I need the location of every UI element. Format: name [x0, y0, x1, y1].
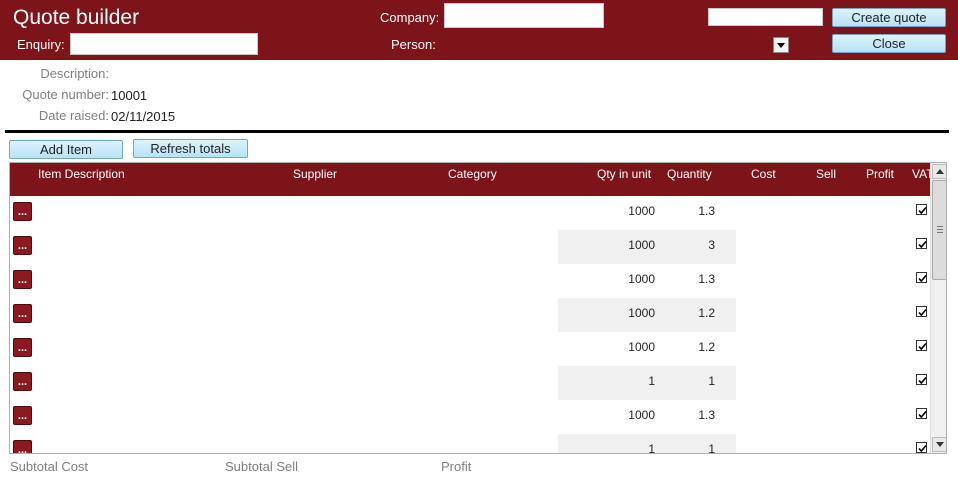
create-quote-button[interactable]: Create quote — [832, 8, 946, 27]
subtotal-cost-label: Subtotal Cost — [10, 459, 89, 474]
table-row: ... 1000 1.3 — [10, 196, 930, 230]
cell-quantity: 1.3 — [698, 204, 715, 218]
column-header-profit: Profit — [866, 167, 895, 181]
checkmark-icon — [918, 444, 927, 453]
enquiry-input[interactable] — [70, 33, 258, 55]
column-header-qty-in-unit: Qty in unit — [597, 167, 652, 181]
enquiry-label: Enquiry: — [17, 37, 65, 52]
table-row: ... 1000 1.2 — [10, 298, 930, 332]
row-edit-button[interactable]: ... — [13, 372, 32, 391]
chevron-up-icon — [935, 169, 944, 174]
company-label: Company: — [380, 10, 440, 25]
cell-qty-in-unit: 1 — [648, 442, 655, 454]
row-edit-button[interactable]: ... — [13, 440, 32, 453]
date-raised-label: Date raised: — [38, 108, 109, 123]
column-header-category: Category — [448, 167, 497, 181]
cell-quantity: 1 — [708, 442, 715, 454]
refresh-totals-button[interactable]: Refresh totals — [133, 139, 248, 158]
cell-quantity: 1.3 — [698, 408, 715, 422]
cell-qty-in-unit: 1000 — [628, 238, 655, 252]
divider — [5, 130, 949, 133]
table-row: ... 1000 1.3 — [10, 400, 930, 434]
cell-qty-in-unit: 1000 — [628, 340, 655, 354]
table-row: ... 1 1 — [10, 434, 930, 454]
checkmark-icon — [918, 376, 927, 385]
column-header-cost: Cost — [751, 167, 776, 181]
vat-checkbox[interactable] — [916, 340, 927, 351]
grid-header: Item Description Supplier Category Qty i… — [10, 163, 934, 196]
cell-qty-in-unit: 1000 — [628, 408, 655, 422]
row-edit-button[interactable]: ... — [13, 406, 32, 425]
row-edit-button[interactable]: ... — [13, 304, 32, 323]
table-row: ... 1000 3 — [10, 230, 930, 264]
vat-checkbox[interactable] — [916, 204, 927, 215]
quote-number-label: Quote number: — [22, 87, 109, 102]
cell-qty-in-unit: 1000 — [628, 272, 655, 286]
cell-quantity: 3 — [708, 238, 715, 252]
grid-scrollbar[interactable] — [930, 163, 946, 453]
subtotal-sell-label: Subtotal Sell — [225, 459, 298, 474]
cell-quantity: 1.2 — [698, 306, 715, 320]
page-title: Quote builder — [13, 6, 140, 29]
vat-checkbox[interactable] — [916, 238, 927, 249]
checkmark-icon — [918, 410, 927, 419]
column-header-item-description: Item Description — [38, 167, 125, 181]
column-header-quantity: Quantity — [667, 167, 712, 181]
cell-quantity: 1.3 — [698, 272, 715, 286]
description-label: Description: — [40, 66, 109, 81]
row-edit-button[interactable]: ... — [13, 202, 32, 221]
vat-checkbox[interactable] — [916, 272, 927, 283]
company-input[interactable] — [444, 3, 604, 28]
close-button[interactable]: Close — [832, 34, 946, 53]
column-header-supplier: Supplier — [293, 167, 338, 181]
vat-checkbox[interactable] — [916, 408, 927, 419]
scroll-down-button[interactable] — [932, 437, 946, 452]
row-edit-button[interactable]: ... — [13, 270, 32, 289]
checkmark-icon — [918, 240, 927, 249]
quote-number-value: 10001 — [111, 88, 148, 103]
person-label: Person: — [391, 37, 436, 52]
header-bar: Quote builder Company: Enquiry: Person: … — [0, 0, 958, 60]
row-edit-button[interactable]: ... — [13, 338, 32, 357]
row-edit-button[interactable]: ... — [13, 236, 32, 255]
table-row: ... 1000 1.3 — [10, 264, 930, 298]
chevron-down-icon — [777, 42, 785, 48]
scrollbar-thumb[interactable] — [932, 180, 946, 280]
checkmark-icon — [918, 308, 927, 317]
column-header-sell: Sell — [816, 167, 837, 181]
cell-quantity: 1.2 — [698, 340, 715, 354]
vat-checkbox[interactable] — [916, 306, 927, 317]
person-dropdown-button[interactable] — [773, 37, 789, 53]
grid-rows: ... 1000 1.3 ... 1000 3 ... 1000 1.3 ...… — [10, 196, 930, 454]
cell-qty-in-unit: 1000 — [628, 204, 655, 218]
chevron-down-icon — [935, 442, 944, 447]
add-item-button[interactable]: Add Item — [9, 140, 123, 159]
scroll-up-button[interactable] — [932, 164, 946, 179]
search-input[interactable] — [708, 8, 823, 26]
checkmark-icon — [918, 206, 927, 215]
checkmark-icon — [918, 342, 927, 351]
checkmark-icon — [918, 274, 927, 283]
date-raised-value: 02/11/2015 — [111, 109, 176, 124]
cell-quantity: 1 — [708, 374, 715, 388]
profit-label: Profit — [441, 459, 472, 474]
table-row: ... 1 1 — [10, 366, 930, 400]
table-row: ... 1000 1.2 — [10, 332, 930, 366]
cell-qty-in-unit: 1000 — [628, 306, 655, 320]
vat-checkbox[interactable] — [916, 374, 927, 385]
items-grid: Item Description Supplier Category Qty i… — [9, 162, 947, 454]
cell-qty-in-unit: 1 — [648, 374, 655, 388]
vat-checkbox[interactable] — [916, 442, 927, 453]
